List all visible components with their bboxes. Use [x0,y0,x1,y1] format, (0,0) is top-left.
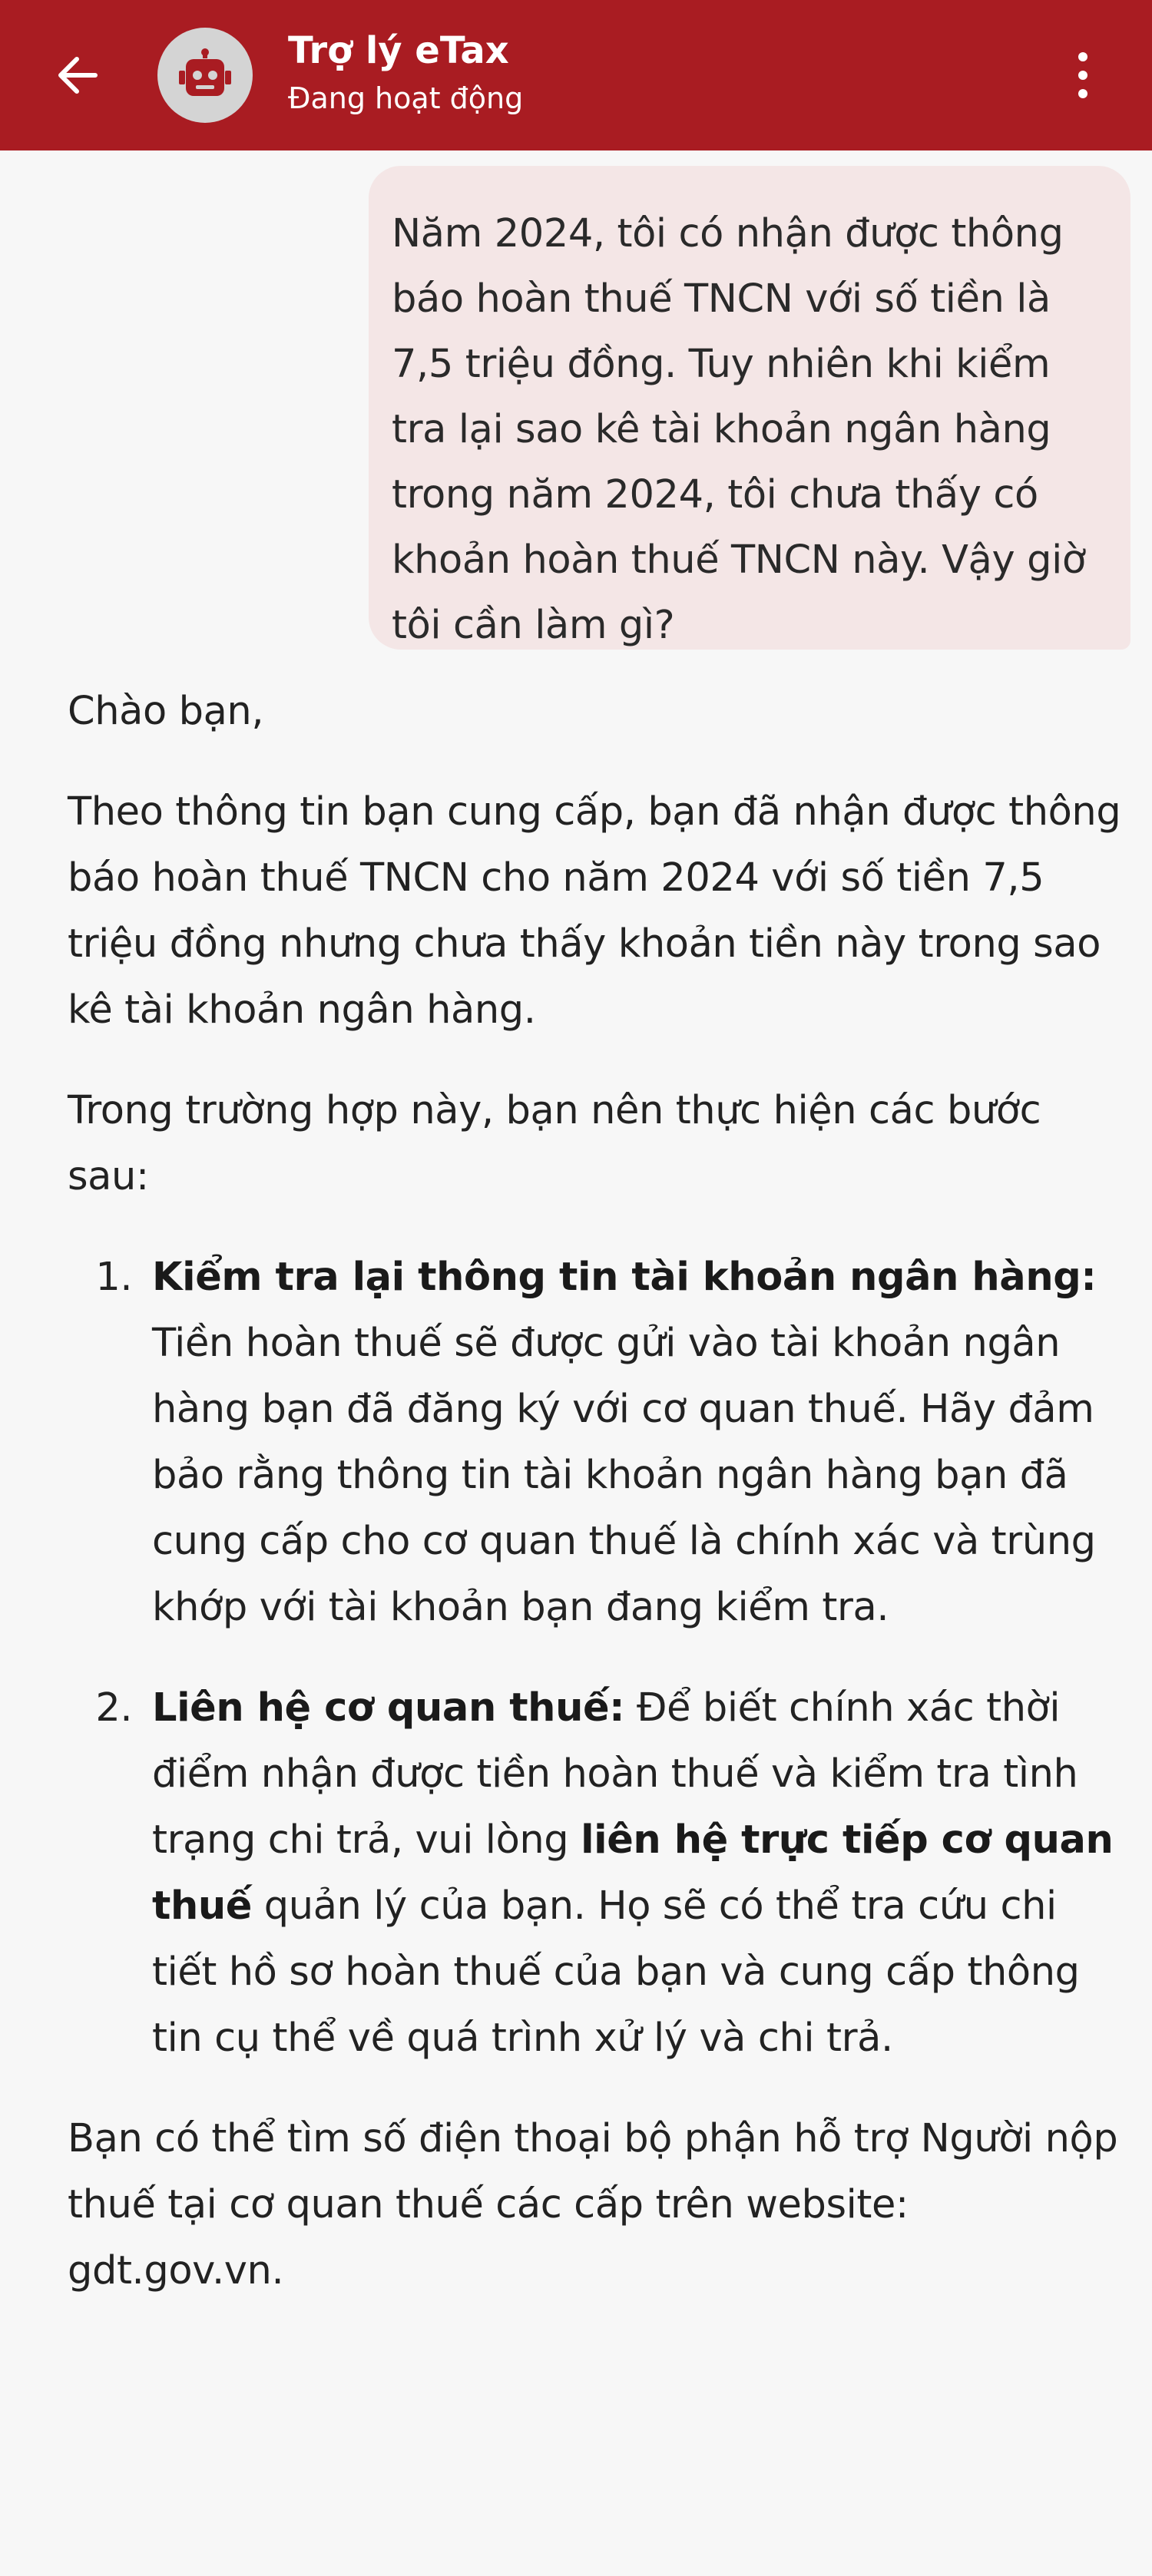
step-check-bank-account: Kiểm tra lại thông tin tài khoản ngân hà… [144,1245,1127,1641]
online-status: Đang hoạt động [288,81,524,115]
steps-list: Kiểm tra lại thông tin tài khoản ngân hà… [68,1245,1127,2072]
robot-icon [179,48,231,96]
reply-closing: Bạn có thể tìm số điện thoại bộ phận hỗ … [68,2116,1118,2293]
chat-title: Trợ lý eTax [288,29,509,72]
assistant-avatar [157,28,253,123]
step-title: Kiểm tra lại thông tin tài khoản ngân hà… [152,1255,1097,1300]
more-options-button[interactable] [1060,45,1106,106]
step-title: Liên hệ cơ quan thuế: [152,1685,625,1731]
chat-header: Trợ lý eTax Đang hoạt động [0,0,1152,150]
user-message-bubble: Năm 2024, tôi có nhận được thông báo hoà… [369,166,1130,650]
assistant-reply: Chào bạn, Theo thông tin bạn cung cấp, b… [68,679,1127,2339]
reply-greeting: Chào bạn, [68,689,264,734]
reply-summary: Theo thông tin bạn cung cấp, bạn đã nhận… [68,789,1121,1033]
chat-area[interactable]: Năm 2024, tôi có nhận được thông báo hoà… [0,150,1152,2576]
reply-intro: Trong trường hợp này, bạn nên thực hiện … [68,1088,1041,1199]
step-body: Tiền hoàn thuế sẽ được gửi vào tài khoản… [152,1321,1096,1630]
back-button[interactable] [46,45,108,106]
step-body: quản lý của bạn. Họ sẽ có thể tra cứu ch… [152,1883,1080,2061]
step-contact-tax-office: Liên hệ cơ quan thuế: Để biết chính xác … [144,1675,1127,2072]
more-vertical-icon [1078,52,1087,98]
arrow-left-icon [58,57,98,94]
